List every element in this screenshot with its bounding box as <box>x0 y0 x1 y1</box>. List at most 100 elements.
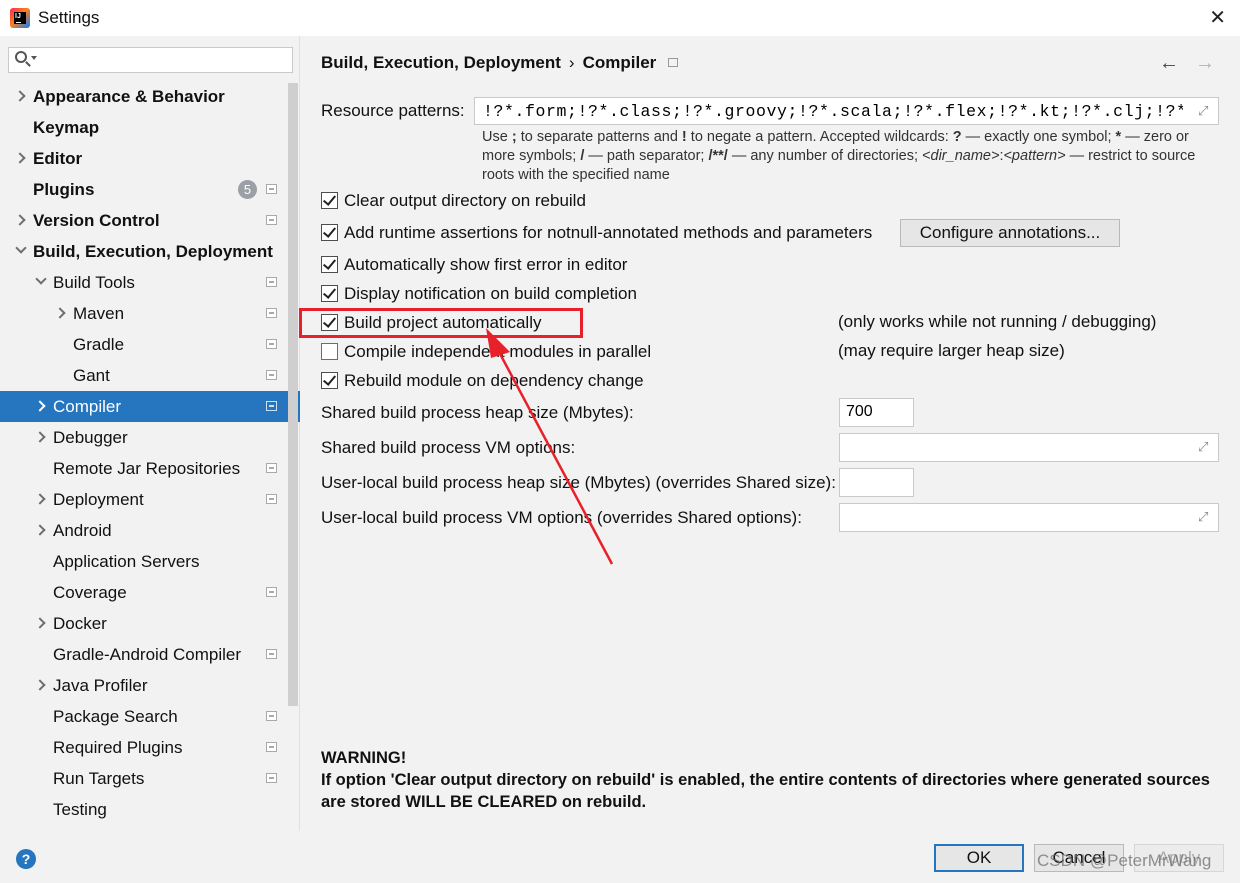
configure-annotations-button[interactable]: Configure annotations... <box>900 219 1120 247</box>
sidebar-item-run-targets[interactable]: Run Targets <box>0 763 300 794</box>
vm-options-field[interactable]: ⤢ <box>839 433 1219 462</box>
sidebar-item-label: Deployment <box>53 490 144 509</box>
chevron-right-icon[interactable] <box>34 400 46 412</box>
user-heap-size-field[interactable] <box>839 468 914 497</box>
chevron-right-icon[interactable] <box>34 617 46 629</box>
chevron-right-icon[interactable] <box>34 524 46 536</box>
annotation-highlight-box <box>299 308 583 338</box>
user-vm-options-input[interactable] <box>846 506 1186 528</box>
intellij-idea-icon: IJ <box>10 8 30 28</box>
sidebar-item-build-execution-deployment[interactable]: Build, Execution, Deployment <box>0 236 300 267</box>
sidebar-item-label: Package Search <box>53 707 178 726</box>
sidebar-item-build-tools[interactable]: Build Tools <box>0 267 300 298</box>
project-level-icon <box>266 308 277 318</box>
sidebar-item-label: Android <box>53 521 112 540</box>
expand-icon[interactable]: ⤢ <box>1198 440 1212 454</box>
close-icon[interactable]: ✕ <box>1209 5 1226 30</box>
sidebar-item-label: Gradle-Android Compiler <box>53 645 242 664</box>
checkbox[interactable] <box>321 285 338 302</box>
sidebar-item-gant[interactable]: Gant <box>0 360 300 391</box>
help-icon[interactable]: ? <box>16 849 36 869</box>
sidebar-item-docker[interactable]: Docker <box>0 608 300 639</box>
window-title: Settings <box>38 8 100 27</box>
expand-icon[interactable]: ⤢ <box>1198 104 1212 118</box>
sidebar-item-label: Appearance & Behavior <box>33 87 225 106</box>
project-level-icon <box>266 339 277 349</box>
back-arrow-icon[interactable]: ← <box>1159 52 1179 75</box>
search-box[interactable] <box>8 47 293 73</box>
sidebar-item-appearance-behavior[interactable]: Appearance & Behavior <box>0 81 300 112</box>
user-vm-options-field[interactable]: ⤢ <box>839 503 1219 532</box>
breadcrumb: Build, Execution, Deployment › Compiler <box>321 53 679 73</box>
project-level-icon <box>266 215 277 225</box>
checkbox[interactable] <box>321 192 338 209</box>
search-input[interactable] <box>39 50 289 70</box>
resource-patterns-label: Resource patterns: <box>321 101 465 120</box>
checkbox-label: Display notification on build completion <box>344 284 637 303</box>
chevron-down-icon[interactable] <box>15 242 27 254</box>
sidebar-item-android[interactable]: Android <box>0 515 300 546</box>
compiler-settings-panel: Build, Execution, Deployment › Compiler ← … <box>301 36 1240 831</box>
title-bar: IJ Settings ✕ <box>0 0 1240 36</box>
chevron-right-icon[interactable] <box>34 679 46 691</box>
chevron-right-icon[interactable] <box>34 493 46 505</box>
vm-options-input[interactable] <box>846 436 1186 458</box>
project-level-icon <box>266 494 277 504</box>
user-heap-size-input[interactable] <box>846 471 906 493</box>
project-level-icon <box>266 463 277 473</box>
sidebar-item-required-plugins[interactable]: Required Plugins <box>0 732 300 763</box>
breadcrumb-current: Compiler <box>582 53 657 72</box>
sidebar-item-label: Keymap <box>33 118 100 137</box>
forward-arrow-icon[interactable]: → <box>1195 52 1215 75</box>
chevron-right-icon[interactable] <box>34 431 46 443</box>
dialog-footer: ? OK Cancel Apply CSDN @PeterMrWang <box>0 831 1240 883</box>
sidebar-item-gradle-android-compiler[interactable]: Gradle-Android Compiler <box>0 639 300 670</box>
sidebar-item-label: Debugger <box>53 428 128 447</box>
sidebar-item-editor[interactable]: Editor <box>0 143 300 174</box>
sidebar-item-gradle[interactable]: Gradle <box>0 329 300 360</box>
sidebar-item-deployment[interactable]: Deployment <box>0 484 300 515</box>
sidebar-item-maven[interactable]: Maven <box>0 298 300 329</box>
sidebar-item-label: Editor <box>33 149 83 168</box>
sidebar-item-keymap[interactable]: Keymap <box>0 112 300 143</box>
sidebar-item-java-profiler[interactable]: Java Profiler <box>0 670 300 701</box>
chevron-right-icon[interactable] <box>54 307 66 319</box>
sidebar-item-label: Version Control <box>33 211 160 230</box>
resource-patterns-field[interactable]: ⤢ <box>474 97 1219 125</box>
chevron-down-icon[interactable] <box>35 273 47 285</box>
heap-size-field[interactable] <box>839 398 914 427</box>
warning-message: WARNING! If option 'Clear output directo… <box>321 747 1211 813</box>
sidebar-item-label: Java Profiler <box>53 676 148 695</box>
checkbox[interactable] <box>321 224 338 241</box>
vm-options-label: Shared build process VM options: <box>321 438 576 457</box>
scrollbar-thumb[interactable] <box>288 83 298 706</box>
chevron-right-icon[interactable] <box>14 90 26 102</box>
sidebar-item-version-control[interactable]: Version Control <box>0 205 300 236</box>
sidebar-item-remote-jar-repositories[interactable]: Remote Jar Repositories <box>0 453 300 484</box>
sidebar-item-debugger[interactable]: Debugger <box>0 422 300 453</box>
ok-button[interactable]: OK <box>934 844 1024 872</box>
sidebar-item-testing[interactable]: Testing <box>0 794 300 825</box>
project-level-icon <box>266 649 277 659</box>
heap-size-label: Shared build process heap size (Mbytes): <box>321 403 634 422</box>
resource-patterns-input[interactable] <box>483 100 1183 122</box>
sidebar-item-package-search[interactable]: Package Search <box>0 701 300 732</box>
sidebar-item-label: Maven <box>73 304 125 323</box>
sidebar-item-plugins[interactable]: Plugins 5 <box>0 174 300 205</box>
chevron-right-icon[interactable] <box>14 214 26 226</box>
watermark: CSDN @PeterMrWang <box>1037 851 1212 870</box>
chevron-right-icon[interactable] <box>14 152 26 164</box>
checkbox[interactable] <box>321 372 338 389</box>
heap-size-input[interactable] <box>846 401 906 423</box>
breadcrumb-parent[interactable]: Build, Execution, Deployment <box>321 53 561 72</box>
expand-icon[interactable]: ⤢ <box>1198 510 1212 524</box>
checkbox-label: Add runtime assertions for notnull-annot… <box>344 223 873 242</box>
sidebar-scrollbar[interactable] <box>286 83 300 830</box>
chevron-down-icon[interactable] <box>31 56 37 60</box>
checkbox[interactable] <box>321 343 338 360</box>
sidebar-item-application-servers[interactable]: Application Servers <box>0 546 300 577</box>
sidebar-item-compiler[interactable]: Compiler <box>0 391 300 422</box>
build-automatically-note: (only works while not running / debuggin… <box>838 312 1157 331</box>
checkbox[interactable] <box>321 256 338 273</box>
sidebar-item-coverage[interactable]: Coverage <box>0 577 300 608</box>
